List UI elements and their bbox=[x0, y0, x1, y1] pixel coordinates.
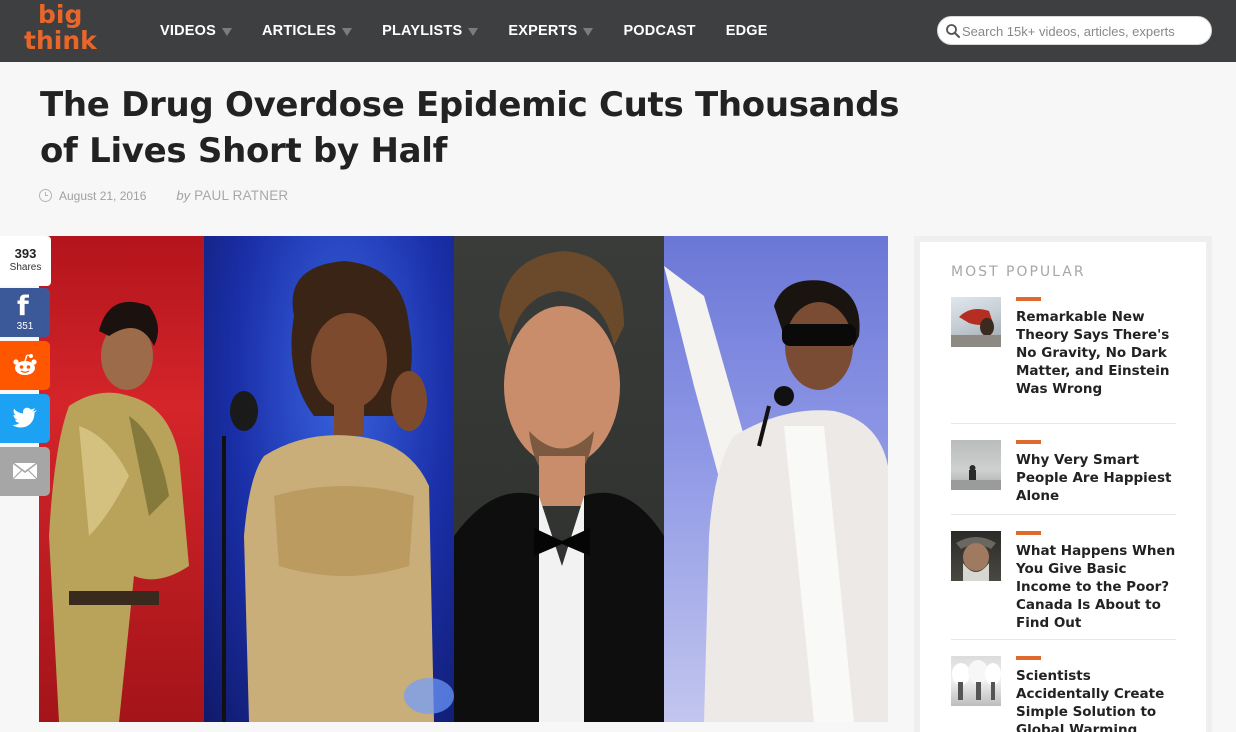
search-icon bbox=[946, 24, 960, 38]
facebook-share-count: 351 bbox=[16, 321, 34, 332]
article-title: The Drug Overdose Epidemic Cuts Thousand… bbox=[40, 85, 900, 171]
popular-item-title[interactable]: Remarkable New Theory Says There's No Gr… bbox=[1016, 308, 1184, 398]
search-box[interactable] bbox=[937, 16, 1212, 45]
nav-articles-label: ARTICLES bbox=[262, 23, 337, 39]
share-count-label: Shares bbox=[9, 262, 42, 273]
facebook-icon: f bbox=[17, 291, 29, 322]
logo-line-2: think bbox=[24, 26, 97, 55]
search-input[interactable] bbox=[962, 21, 1206, 41]
article-date: August 21, 2016 bbox=[59, 188, 147, 203]
divider bbox=[951, 423, 1176, 424]
most-popular-heading: MOST POPULAR bbox=[951, 264, 1086, 280]
nav-articles[interactable]: ARTICLES bbox=[262, 23, 353, 39]
article-hero-image bbox=[39, 236, 888, 722]
accent-bar bbox=[1016, 531, 1041, 535]
clock-icon bbox=[39, 189, 52, 202]
popular-item-title[interactable]: Why Very Smart People Are Happiest Alone bbox=[1016, 451, 1184, 505]
divider bbox=[951, 514, 1176, 515]
popular-item[interactable]: Why Very Smart People Are Happiest Alone bbox=[951, 440, 1176, 504]
collage-panel-2 bbox=[204, 236, 454, 722]
nav-podcast-label: PODCAST bbox=[623, 23, 696, 39]
collage-panel-1 bbox=[39, 236, 204, 722]
popular-item[interactable]: Remarkable New Theory Says There's No Gr… bbox=[951, 297, 1176, 407]
popular-item-thumbnail bbox=[951, 440, 1001, 490]
popular-item[interactable]: What Happens When You Give Basic Income … bbox=[951, 531, 1176, 631]
byline-prefix: by bbox=[176, 188, 191, 203]
share-count-number: 393 bbox=[14, 246, 37, 261]
accent-bar bbox=[1016, 297, 1041, 301]
most-popular-sidebar: MOST POPULAR Remarkable New Theory Says … bbox=[914, 236, 1212, 732]
reddit-icon bbox=[13, 354, 37, 375]
chevron-down-icon bbox=[583, 27, 594, 36]
nav-playlists-label: PLAYLISTS bbox=[382, 23, 463, 39]
nav-edge-label: EDGE bbox=[725, 23, 768, 39]
email-share-button[interactable] bbox=[0, 447, 50, 496]
facebook-share-button[interactable]: f 351 bbox=[0, 288, 50, 337]
popular-item-thumbnail bbox=[951, 297, 1001, 347]
accent-bar bbox=[1016, 656, 1041, 660]
collage-panel-4 bbox=[664, 236, 888, 722]
top-navigation-bar: big think VIDEOS ARTICLES PLAYLISTS EXPE… bbox=[0, 0, 1236, 62]
twitter-icon bbox=[12, 407, 37, 428]
nav-podcast[interactable]: PODCAST bbox=[623, 23, 695, 39]
article-meta: August 21, 2016 by PAUL RATNER bbox=[39, 188, 288, 203]
popular-item-thumbnail bbox=[951, 531, 1001, 581]
accent-bar bbox=[1016, 440, 1041, 444]
nav-videos[interactable]: VIDEOS bbox=[160, 23, 232, 39]
popular-item[interactable]: Scientists Accidentally Create Simple So… bbox=[951, 656, 1176, 732]
share-count: 393 Shares bbox=[0, 236, 51, 286]
chevron-down-icon bbox=[468, 27, 479, 36]
collage-panel-3 bbox=[454, 236, 664, 722]
reddit-share-button[interactable] bbox=[0, 341, 50, 390]
nav-experts-label: EXPERTS bbox=[508, 23, 578, 39]
divider bbox=[951, 639, 1176, 640]
main-nav: VIDEOS ARTICLES PLAYLISTS EXPERTS PODCAS… bbox=[160, 0, 798, 62]
twitter-share-button[interactable] bbox=[0, 394, 50, 443]
big-think-logo[interactable]: big think bbox=[24, 2, 104, 60]
chevron-down-icon bbox=[222, 27, 232, 36]
nav-playlists[interactable]: PLAYLISTS bbox=[382, 23, 479, 39]
popular-item-thumbnail bbox=[951, 656, 1001, 706]
popular-item-title[interactable]: Scientists Accidentally Create Simple So… bbox=[1016, 667, 1184, 732]
popular-item-title[interactable]: What Happens When You Give Basic Income … bbox=[1016, 542, 1184, 632]
logo-line-1: big bbox=[38, 0, 83, 29]
nav-videos-label: VIDEOS bbox=[160, 23, 216, 39]
author-link[interactable]: PAUL RATNER bbox=[194, 188, 288, 203]
nav-edge[interactable]: EDGE bbox=[726, 23, 768, 39]
email-icon bbox=[12, 462, 38, 480]
chevron-down-icon bbox=[342, 27, 353, 36]
nav-experts[interactable]: EXPERTS bbox=[508, 23, 594, 39]
